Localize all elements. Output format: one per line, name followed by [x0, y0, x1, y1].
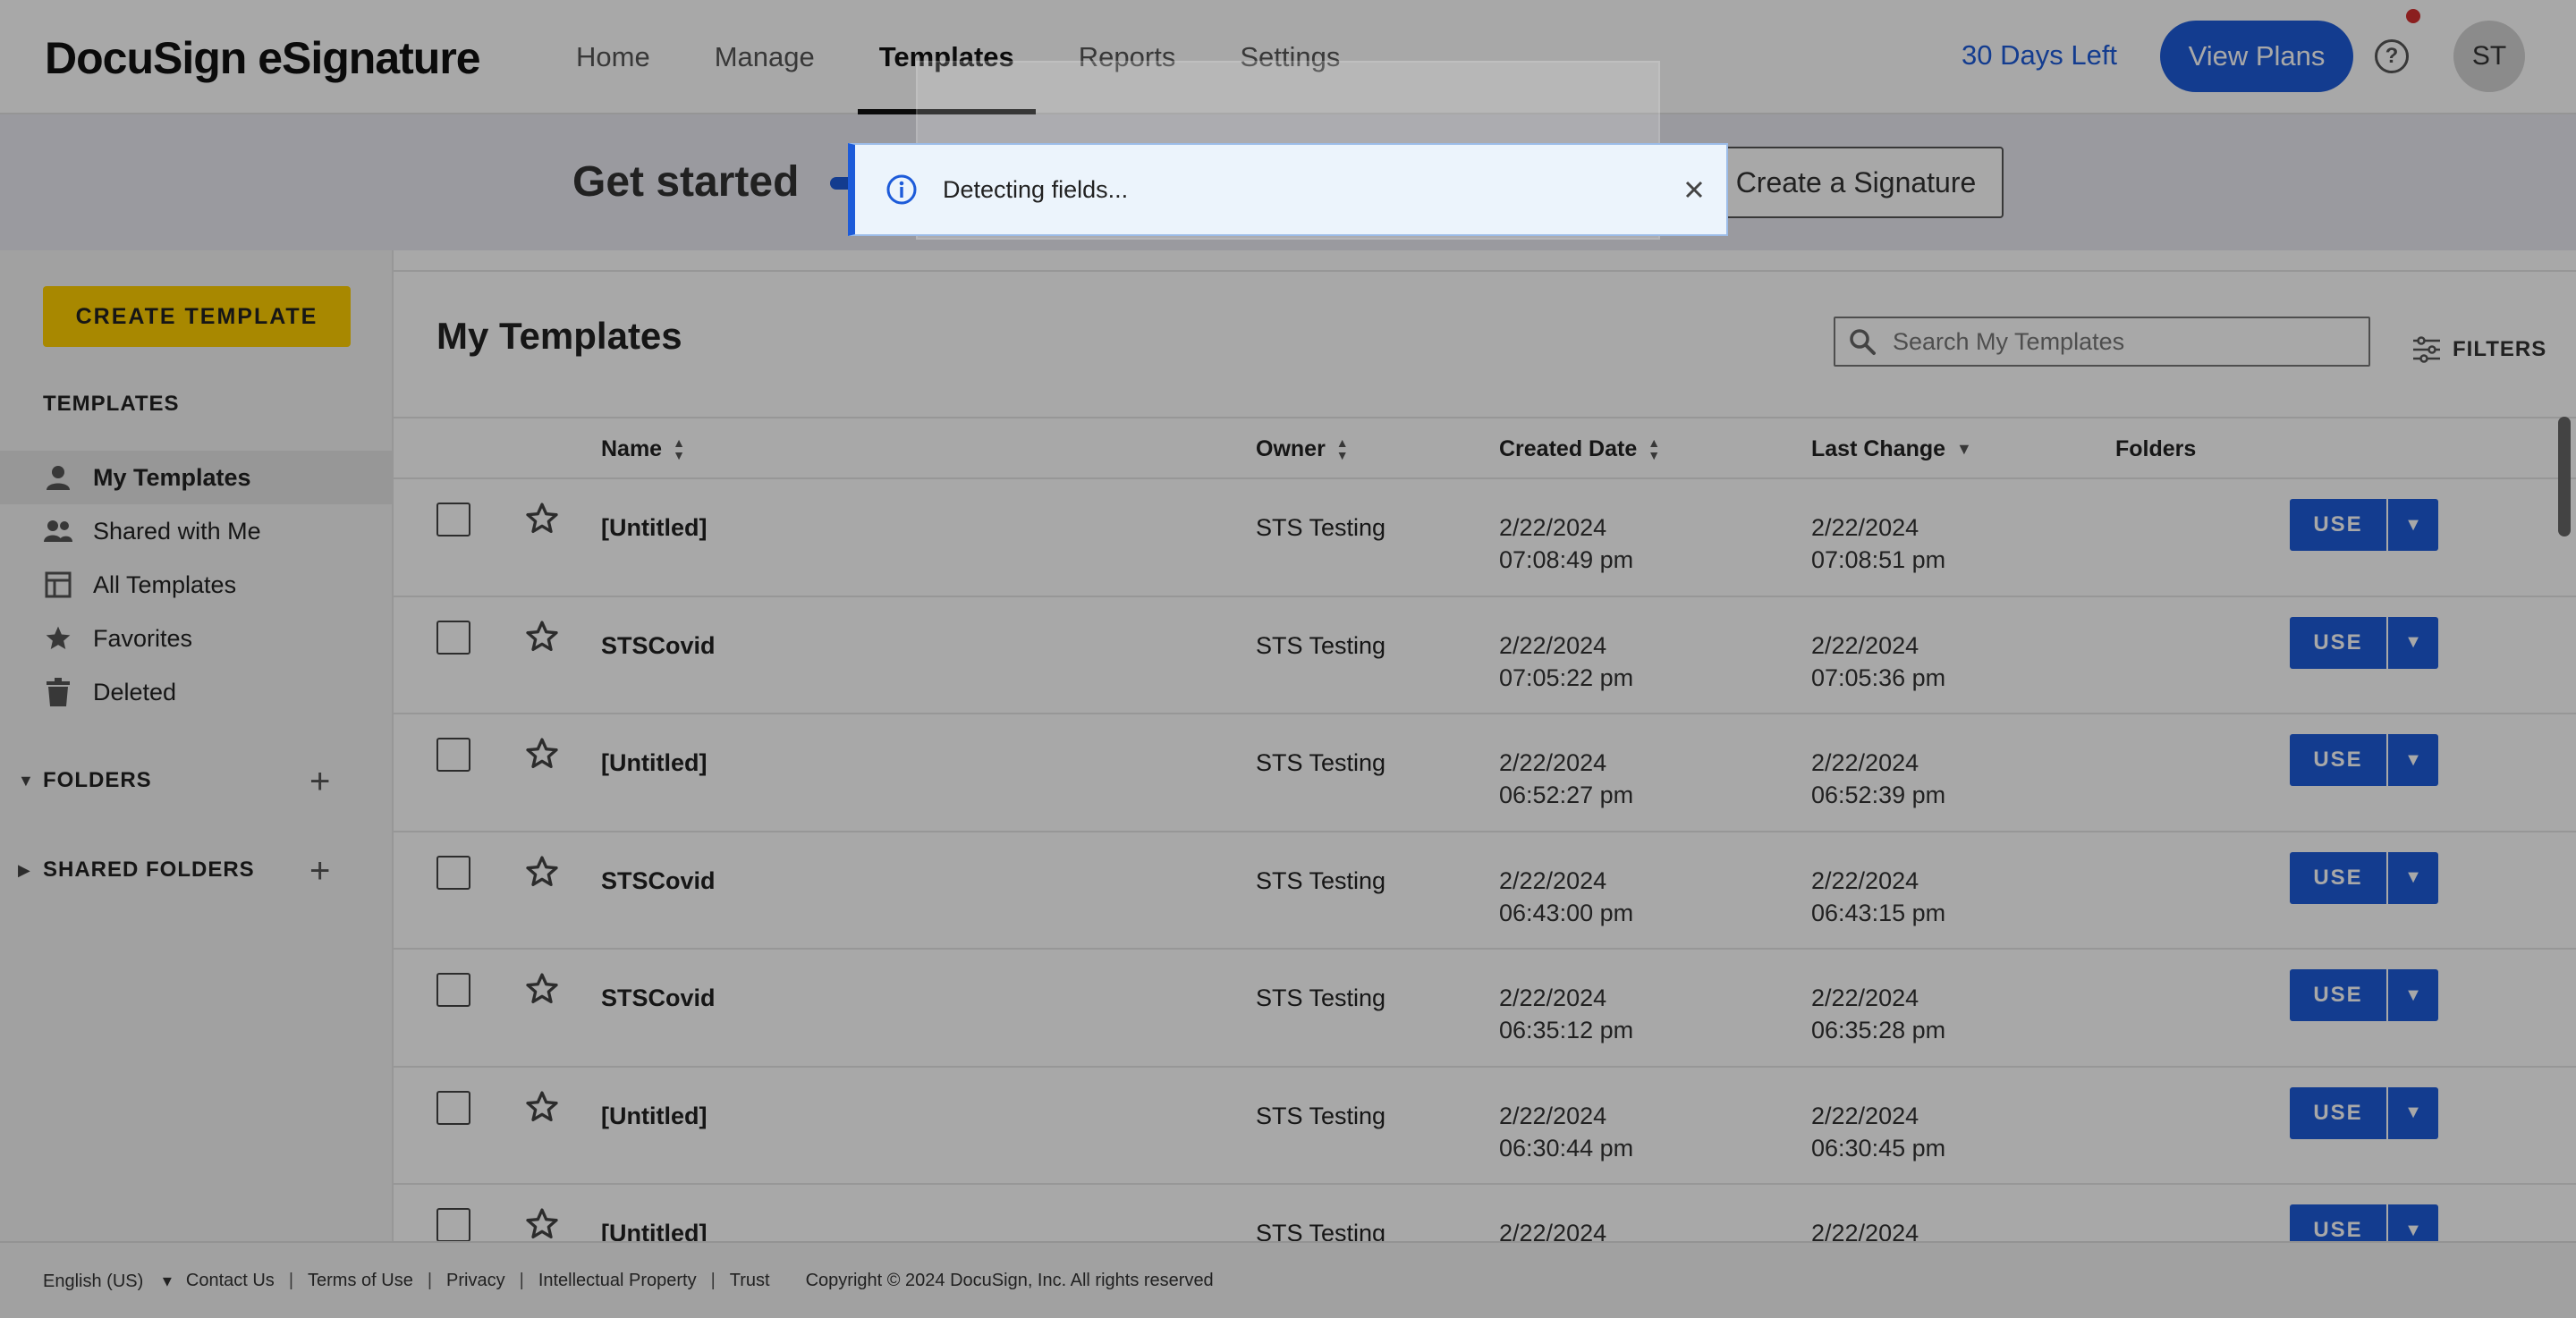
info-icon: [886, 174, 917, 205]
close-icon[interactable]: [1678, 173, 1710, 206]
toast-message: Detecting fields...: [943, 175, 1129, 203]
info-toast: Detecting fields...: [848, 143, 1728, 236]
